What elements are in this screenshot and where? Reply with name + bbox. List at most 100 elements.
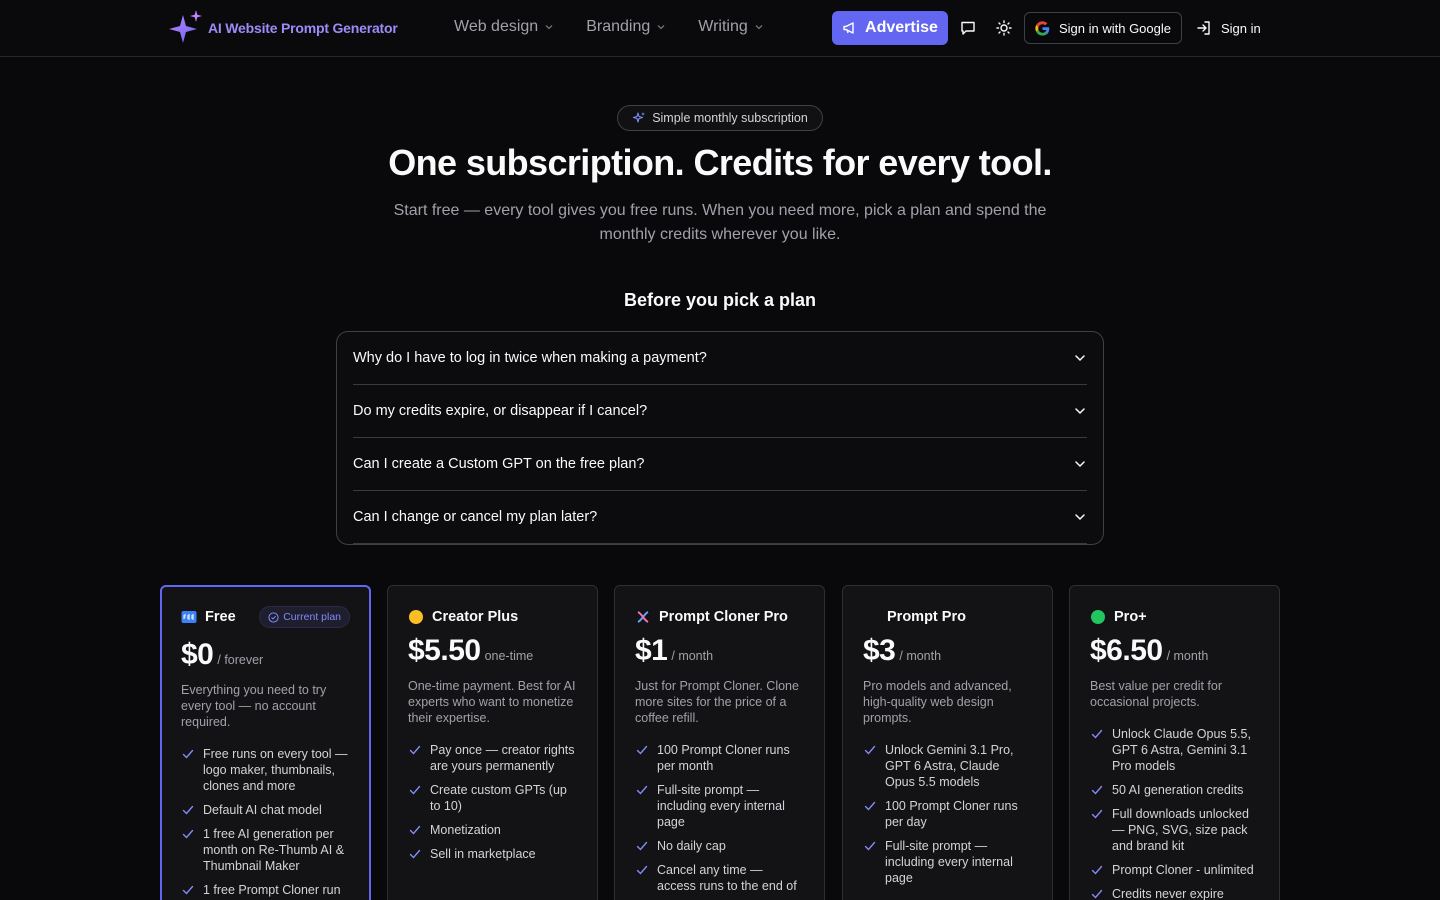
plan-card-prompt-pro[interactable]: Prompt Pro $3 / month Pro models and adv…: [842, 585, 1053, 900]
sun-icon: [996, 20, 1012, 36]
check-icon: [864, 745, 876, 755]
chevron-down-icon: [1075, 408, 1085, 415]
feature-text: 100 Prompt Cloner runs per month: [657, 743, 790, 773]
menu-writing[interactable]: Writing: [698, 18, 764, 36]
feature-text: Free runs on every tool — logo maker, th…: [203, 747, 348, 793]
plan-feature: Create custom GPTs (up to 10): [408, 782, 577, 814]
plan-feature: Free runs on every tool — logo maker, th…: [181, 746, 350, 794]
check-icon: [636, 865, 648, 875]
signin-label: Sign in: [1221, 20, 1261, 36]
plan-card-free[interactable]: Free Current plan $0 / forever Everythin…: [160, 585, 371, 900]
plan-description: Pro models and advanced, high-quality we…: [863, 679, 1012, 725]
logo-text: AI Website Prompt Generator: [208, 20, 398, 36]
pill-label: Simple monthly subscription: [652, 111, 808, 125]
plan-description: Just for Prompt Cloner. Clone more sites…: [635, 679, 799, 725]
plan-icon: [863, 609, 879, 625]
logo[interactable]: AI Website Prompt Generator: [166, 9, 398, 47]
plan-card-prompt-cloner-pro[interactable]: Prompt Cloner Pro $1 / month Just for Pr…: [614, 585, 825, 900]
faq-item[interactable]: Why do I have to log in twice when makin…: [353, 332, 1087, 385]
plan-name: Prompt Cloner Pro: [659, 609, 788, 625]
faq-question: Can I create a Custom GPT on the free pl…: [353, 456, 645, 472]
plan-feature: No daily cap: [635, 838, 804, 854]
faq-question: Why do I have to log in twice when makin…: [353, 350, 707, 366]
check-icon: [182, 805, 194, 815]
plan-feature: Full downloads unlocked — PNG, SVG, size…: [1090, 806, 1259, 854]
plan-card-pro-plus[interactable]: Pro+ $6.50 / month Best value per credit…: [1069, 585, 1280, 900]
plan-feature: Full-site prompt — including every inter…: [635, 782, 804, 830]
plan-period: / forever: [217, 653, 264, 667]
plan-price: $1: [635, 634, 668, 667]
signin-button[interactable]: Sign in: [1196, 12, 1261, 44]
plan-name: Creator Plus: [432, 609, 519, 625]
plan-feature: Unlock Claude Opus 5.5, GPT 6 Astra, Gem…: [1090, 726, 1259, 774]
badge-label: Current plan: [283, 611, 341, 623]
faq-accordion: Why do I have to log in twice when makin…: [336, 331, 1104, 545]
menu-label: Web design: [454, 18, 539, 35]
check-icon: [182, 885, 194, 895]
plan-feature: 1 free AI generation per month on Re-Thu…: [181, 826, 350, 874]
check-icon: [182, 829, 194, 839]
menu-label: Writing: [698, 18, 748, 35]
plan-price: $6.50: [1090, 634, 1163, 667]
faq-item[interactable]: Do my credits expire, or disappear if I …: [353, 385, 1087, 438]
feature-text: Monetization: [430, 823, 501, 837]
plan-feature: Credits never expire: [1090, 886, 1259, 900]
plan-feature: Pay once — creator rights are yours perm…: [408, 742, 577, 774]
check-circle-icon: [268, 611, 279, 623]
chevron-down-icon: [657, 25, 665, 30]
check-icon: [1091, 729, 1103, 739]
plan-feature: Sell in marketplace: [408, 846, 577, 862]
plan-feature: Monetization: [408, 822, 577, 838]
faq-item[interactable]: Can I create a Custom GPT on the free pl…: [353, 438, 1087, 491]
faq-question: Can I change or cancel my plan later?: [353, 509, 598, 525]
main-menu: Web design Branding Writing: [454, 18, 764, 36]
menu-label: Branding: [586, 18, 651, 35]
menu-branding[interactable]: Branding: [586, 18, 666, 36]
plan-name: Free: [205, 609, 236, 625]
feature-text: Prompt Cloner - unlimited: [1112, 863, 1254, 877]
feature-text: Full-site prompt — including every inter…: [657, 783, 785, 829]
plan-price: $5.50: [408, 634, 481, 667]
plan-feature: 100 Prompt Cloner runs per month: [635, 742, 804, 774]
faq-item[interactable]: Can I change or cancel my plan later?: [353, 491, 1087, 544]
advertise-button[interactable]: Advertise: [832, 11, 948, 45]
green-circle-icon: [1090, 609, 1106, 625]
chat-bubble-icon: [961, 21, 975, 35]
chevron-down-icon: [755, 25, 763, 30]
plan-features: 100 Prompt Cloner runs per month Full-si…: [635, 742, 804, 894]
plan-features: Pay once — creator rights are yours perm…: [408, 742, 577, 862]
check-icon: [1091, 785, 1103, 795]
theme-toggle-button[interactable]: [990, 14, 1018, 42]
top-navbar: AI Website Prompt Generator Web design B…: [0, 0, 1440, 57]
google-signin-button[interactable]: Sign in with Google: [1024, 12, 1182, 44]
yellow-circle-icon: [408, 609, 424, 625]
page-subtitle: Start free — every tool gives you free r…: [393, 202, 1047, 243]
plan-feature: Cancel any time — access runs to the end…: [635, 862, 804, 894]
feature-text: Create custom GPTs (up to 10): [430, 783, 567, 813]
feature-text: Full downloads unlocked — PNG, SVG, size…: [1112, 807, 1249, 853]
feedback-button[interactable]: [954, 14, 982, 42]
plan-features: Unlock Claude Opus 5.5, GPT 6 Astra, Gem…: [1090, 726, 1259, 900]
login-icon: [1197, 21, 1210, 35]
google-signin-label: Sign in with Google: [1058, 20, 1171, 36]
feature-text: Sell in marketplace: [430, 847, 536, 861]
plan-feature: 100 Prompt Cloner runs per day: [863, 798, 1032, 830]
plan-feature: Prompt Cloner - unlimited: [1090, 862, 1259, 878]
faq-title: Before you pick a plan: [623, 290, 817, 310]
free-badge-icon: [181, 609, 197, 625]
plan-name: Pro+: [1114, 609, 1147, 625]
plan-description: One-time payment. Best for AI experts wh…: [408, 679, 576, 725]
megaphone-icon: [843, 22, 854, 34]
plan-period: / month: [671, 649, 714, 663]
feature-text: No daily cap: [657, 839, 726, 853]
feature-text: 1 free Prompt Cloner run: [203, 883, 341, 897]
check-icon: [409, 745, 421, 755]
chevron-down-icon: [1075, 461, 1085, 468]
chevron-down-icon: [1075, 514, 1085, 521]
plan-period: one-time: [484, 649, 534, 663]
plan-feature: Default AI chat model: [181, 802, 350, 818]
feature-text: Unlock Gemini 3.1 Pro, GPT 6 Astra, Clau…: [885, 743, 1014, 789]
menu-web-design[interactable]: Web design: [454, 18, 554, 36]
check-icon: [1091, 809, 1103, 819]
plan-card-creator-plus[interactable]: Creator Plus $5.50 one-time One-time pay…: [387, 585, 598, 900]
